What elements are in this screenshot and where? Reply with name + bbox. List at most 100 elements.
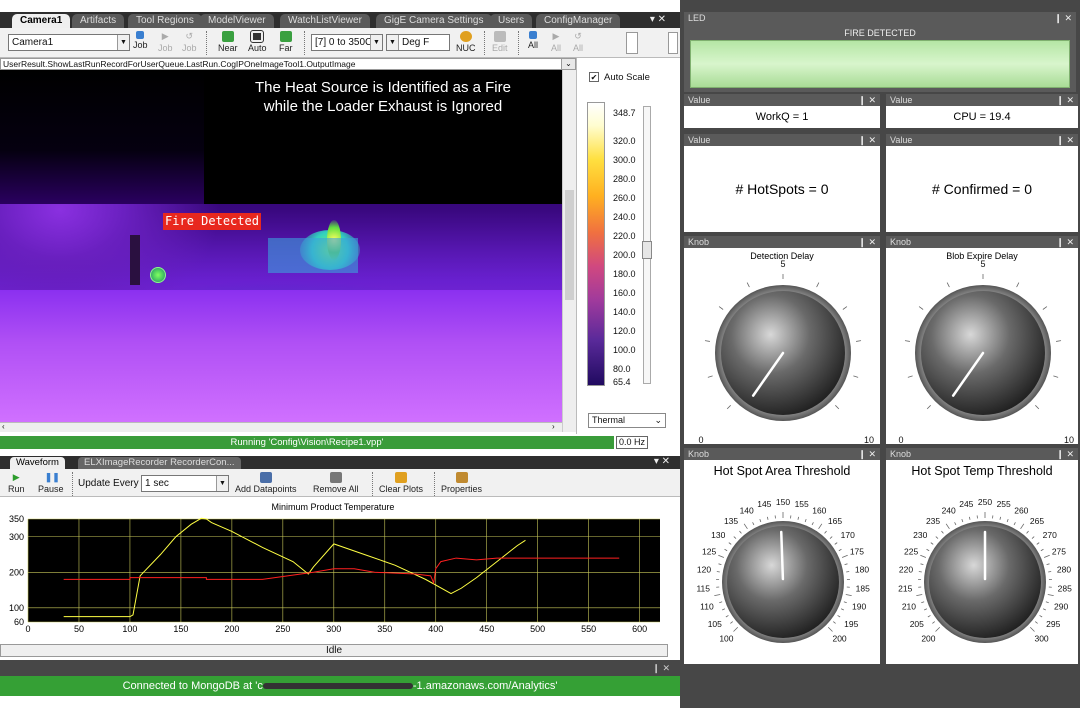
- knob-tick: [930, 542, 934, 545]
- knob-scale-label: 5: [980, 259, 985, 269]
- knob-tick: [1020, 523, 1025, 530]
- tab-camera1[interactable]: Camera1: [12, 14, 71, 28]
- unit-select[interactable]: ▼ Deg F: [386, 34, 450, 51]
- tab-waveform[interactable]: Waveform: [10, 457, 65, 469]
- play-icon: ▶: [161, 31, 169, 41]
- auto-focus-button[interactable]: Auto: [248, 30, 267, 53]
- tab-window-controls[interactable]: ▾ ✕: [650, 14, 666, 25]
- temperature-range-select[interactable]: [7] 0 to 350C ▼: [311, 34, 383, 51]
- play-icon: ▶: [12, 472, 20, 482]
- image-horizontal-scrollbar[interactable]: ‹ ›: [0, 422, 562, 432]
- tab-tool-regions[interactable]: Tool Regions: [128, 14, 202, 28]
- knob-tick: [718, 306, 724, 310]
- image-source-path[interactable]: UserResult.ShowLastRunRecordForUserQueue…: [0, 58, 576, 70]
- knob-scale-label: 120: [697, 564, 711, 574]
- all-loop-button[interactable]: ↺ All: [572, 31, 584, 53]
- job-button[interactable]: Job: [133, 31, 148, 50]
- chevron-down-icon: ⌄: [654, 415, 662, 425]
- x-tick-label: 400: [428, 624, 443, 634]
- remove-all-button[interactable]: Remove All: [313, 472, 359, 494]
- knob-tick: [935, 626, 941, 632]
- nuc-button[interactable]: NUC: [456, 31, 476, 53]
- pause-button[interactable]: ❚❚ Pause: [38, 472, 64, 494]
- mongodb-connection-status: Connected to MongoDB at 'c -1.amazonaws.c…: [0, 676, 680, 696]
- knob-scale-label: 0: [698, 435, 703, 445]
- knob-tick: [1040, 548, 1044, 552]
- tab-users[interactable]: Users: [490, 14, 533, 28]
- properties-button[interactable]: Properties: [441, 472, 482, 494]
- image-vertical-scrollbar[interactable]: [562, 70, 576, 432]
- knob-scale-label: 130: [711, 530, 725, 540]
- job-step-button[interactable]: ▶ Job: [158, 31, 173, 53]
- tab-artifacts[interactable]: Artifacts: [72, 14, 125, 28]
- waveform-plot[interactable]: Minimum Product Temperature 0 50 100 150 200…: [0, 497, 680, 640]
- knob-layer[interactable]: 0510 0510100105110115120125130135140145 15…: [680, 0, 1080, 708]
- near-focus-button[interactable]: Near: [218, 31, 238, 53]
- add-datapoints-button[interactable]: Add Datapoints: [235, 472, 297, 494]
- job-loop-button[interactable]: ↺ Job: [182, 31, 197, 53]
- tab-model-viewer[interactable]: ModelViewer: [200, 14, 274, 28]
- hotspot-temp-knob[interactable]: 200205210215220225230235240245 250 2552602…: [898, 497, 1072, 644]
- run-button[interactable]: ▶ Run: [8, 472, 25, 494]
- all-job-icon: [529, 31, 537, 39]
- knob-tick: [1042, 608, 1047, 611]
- knob-tick: [1046, 563, 1050, 566]
- vertical-scroll-thumb[interactable]: [565, 190, 574, 300]
- knob-tick: [766, 516, 769, 520]
- chart-title: Minimum Product Temperature: [272, 502, 395, 512]
- x-tick-label: 0: [25, 624, 30, 634]
- status-panel-header[interactable]: ❙ ✕: [0, 660, 680, 676]
- scroll-right-icon[interactable]: ›: [552, 422, 555, 431]
- scroll-left-icon[interactable]: ‹: [2, 422, 5, 431]
- knob-dial[interactable]: [727, 526, 839, 638]
- near-label: Near: [218, 43, 238, 53]
- detection-delay-knob[interactable]: 0 5 10: [698, 259, 874, 445]
- palette-select[interactable]: Thermal ⌄: [588, 413, 666, 428]
- image-sky-region: [0, 70, 204, 204]
- tab-config-manager[interactable]: ConfigManager: [536, 14, 621, 28]
- clear-plots-button[interactable]: Clear Plots: [379, 472, 423, 494]
- temperature-chart[interactable]: Minimum Product Temperature 0 50 100 150 200…: [0, 497, 680, 640]
- scale-slider-thumb[interactable]: [642, 241, 652, 259]
- hotspot-area-knob[interactable]: 100105110115120125130135140145 150 1551601…: [696, 497, 870, 644]
- knob-tick: [730, 621, 733, 624]
- thermal-image-view[interactable]: The Heat Source is Identified as a Fire …: [0, 70, 562, 422]
- tab-gige-camera-settings[interactable]: GigE Camera Settings: [376, 14, 492, 28]
- chevron-down-icon[interactable]: ⌄: [561, 58, 576, 70]
- edit-button[interactable]: Edit: [492, 31, 508, 53]
- knob-tick: [746, 282, 750, 288]
- colorbar-tick: 240.0: [613, 212, 636, 222]
- x-tick-label: 450: [479, 624, 494, 634]
- knob-tick: [827, 626, 833, 632]
- remove-all-label: Remove All: [313, 484, 359, 494]
- bottom-tab-controls[interactable]: ▾ ✕: [654, 456, 670, 467]
- toolbar-overflow-button[interactable]: [626, 32, 638, 54]
- knob-tick: [945, 523, 950, 530]
- knob-scale-label: 270: [1043, 530, 1057, 540]
- knob-scale-label: 295: [1046, 619, 1060, 629]
- update-interval-value: 1 sec: [145, 478, 169, 489]
- auto-scale-checkbox[interactable]: ✔: [589, 72, 599, 82]
- tab-image-recorder[interactable]: ELXImageRecorder RecorderCon...: [78, 457, 241, 469]
- update-interval-select[interactable]: 1 sec ▼: [141, 475, 229, 492]
- far-focus-button[interactable]: Far: [279, 31, 293, 53]
- knob-scale-label: 230: [913, 530, 927, 540]
- scale-slider[interactable]: [642, 106, 652, 384]
- nuc-icon: [459, 31, 472, 42]
- all-run-button[interactable]: ▶ All: [550, 31, 562, 53]
- chevron-down-icon: ▼: [216, 476, 228, 491]
- all-job-button[interactable]: All: [528, 31, 538, 50]
- x-tick-label: 500: [530, 624, 545, 634]
- running-status-bar: Running 'Config\Vision\Recipe1.vpp': [0, 436, 614, 449]
- knob-scale-label: 275: [1052, 546, 1066, 556]
- knob-tick: [926, 548, 930, 552]
- image-caption: The Heat Source is Identified as a Fire …: [204, 78, 562, 116]
- toolbar-overflow-button-2[interactable]: [668, 32, 678, 54]
- knob-tick: [918, 306, 924, 310]
- colorbar-tick: 160.0: [613, 288, 636, 298]
- blob-expire-knob[interactable]: 0 5 10: [898, 259, 1074, 445]
- camera-select[interactable]: Camera1 ▼: [8, 34, 130, 51]
- knob-tick: [1029, 626, 1035, 632]
- tab-watchlist-viewer[interactable]: WatchListViewer: [280, 14, 370, 28]
- mongo-prefix: Connected to MongoDB at 'c: [122, 680, 263, 692]
